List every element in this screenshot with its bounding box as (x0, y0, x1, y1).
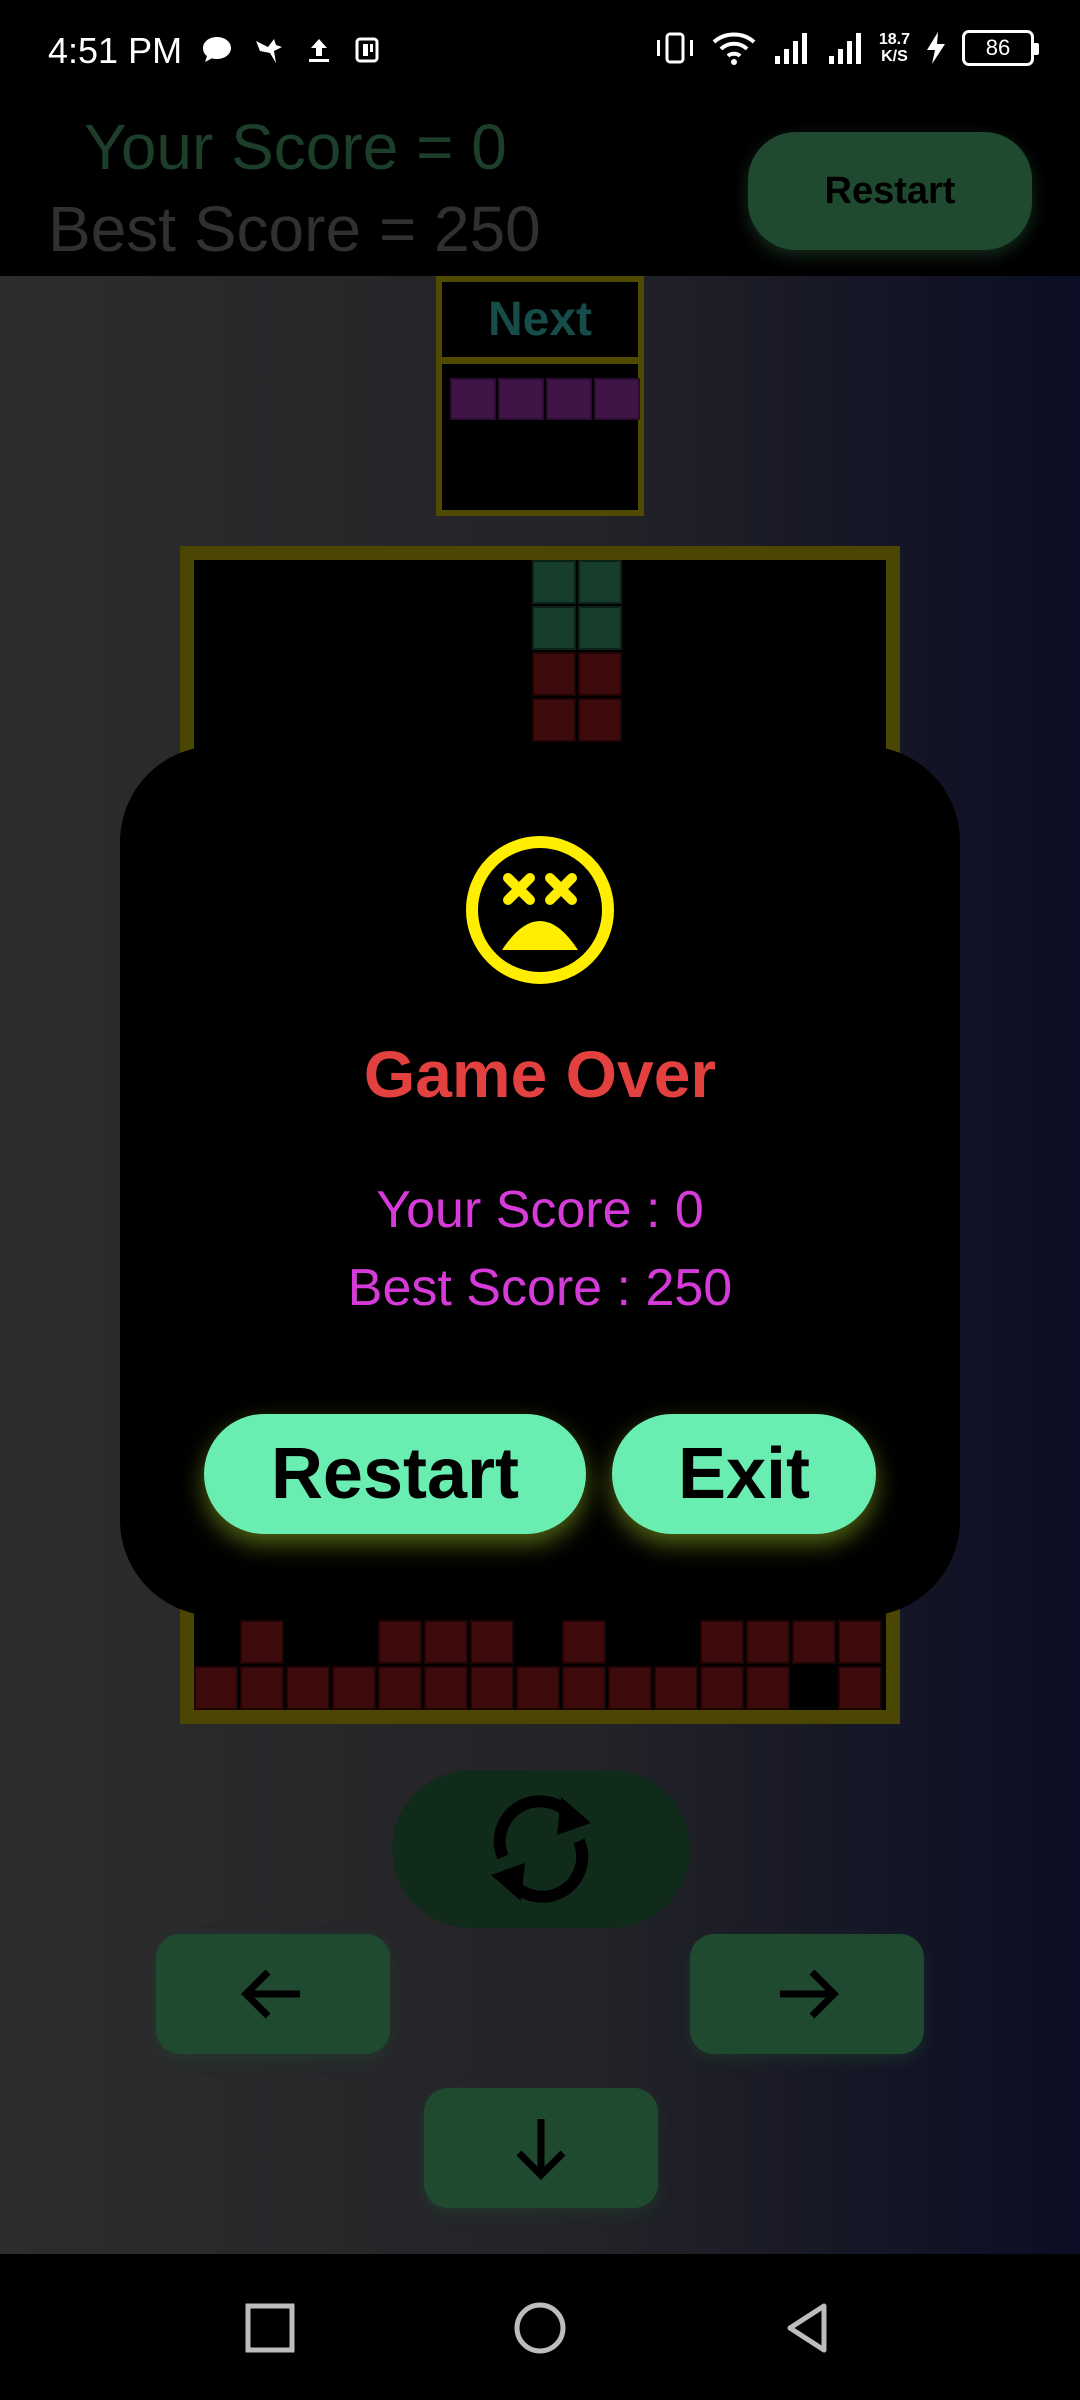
hummingbird-icon (256, 39, 282, 63)
board-cell (378, 1666, 422, 1710)
back-icon[interactable] (780, 2300, 836, 2356)
battery-indicator: 86 (962, 30, 1039, 66)
next-title: Next (442, 282, 638, 364)
exit-button[interactable]: Exit (612, 1414, 876, 1534)
board-cell (332, 1666, 376, 1710)
board-cell (562, 1666, 606, 1710)
board-cell (562, 1620, 606, 1664)
board-cell (532, 652, 576, 696)
board-cell (194, 1666, 238, 1710)
board-cell (700, 1666, 744, 1710)
board-cell (470, 1620, 514, 1664)
board-cell (240, 1620, 284, 1664)
board-cell (424, 1620, 468, 1664)
score-header: Your Score = 0 Best Score = 250 Restart (0, 108, 1080, 276)
recents-icon[interactable] (242, 2300, 298, 2356)
dizzy-face-icon (466, 836, 614, 984)
arrow-left-icon (241, 1969, 300, 2019)
board-cell (578, 698, 622, 742)
next-piece-cell (594, 378, 640, 420)
status-time: 4:51 PM (48, 30, 183, 71)
restart-button[interactable]: Restart (204, 1414, 586, 1534)
wifi-icon (712, 32, 756, 65)
game-over-dialog: Game Over Your Score : 0 Best Score : 25… (120, 746, 960, 1616)
signal-icon (828, 33, 861, 64)
next-piece-panel: Next (436, 276, 644, 516)
board-cell (286, 1666, 330, 1710)
dialog-your-score: Your Score : 0 (376, 1181, 704, 1239)
board-cell (838, 1620, 882, 1664)
next-piece-cell (546, 378, 592, 420)
charging-icon (927, 32, 945, 64)
board-cell (654, 1666, 698, 1710)
next-piece-cell (450, 378, 496, 420)
next-piece-cell (498, 378, 544, 420)
your-score-label: Your Score = 0 (84, 111, 507, 183)
network-speed: 18.7 K/S (878, 31, 910, 65)
arrow-down-icon (516, 2119, 566, 2180)
chat-icon (203, 37, 231, 62)
signal-icon (774, 33, 807, 64)
board-cell (746, 1620, 790, 1664)
upload-icon (309, 39, 329, 62)
board-cell (378, 1620, 422, 1664)
board-cell (424, 1666, 468, 1710)
header-restart-button[interactable]: Restart (748, 132, 1032, 250)
board-cell (792, 1620, 836, 1664)
board-cell (516, 1666, 560, 1710)
board-cell (532, 560, 576, 604)
board-cell (700, 1620, 744, 1664)
board-cell (608, 1666, 652, 1710)
game-over-title: Game Over (363, 1037, 717, 1111)
board-cell (578, 560, 622, 604)
rotate-button[interactable] (392, 1770, 690, 1928)
board-cell (532, 606, 576, 650)
navigation-bar (0, 2254, 1080, 2400)
next-piece (450, 378, 640, 420)
best-score-label: Best Score = 250 (48, 193, 541, 265)
arrow-right-icon (780, 1969, 839, 2019)
board-cell (838, 1666, 882, 1710)
board-cell (532, 698, 576, 742)
nfc-icon (355, 37, 379, 63)
board-cell (240, 1666, 284, 1710)
board-cell (470, 1666, 514, 1710)
board-cell (578, 606, 622, 650)
home-icon[interactable] (512, 2300, 568, 2356)
move-right-button[interactable] (690, 1934, 924, 2054)
move-left-button[interactable] (156, 1934, 390, 2054)
board-cell (578, 652, 622, 696)
vibrate-icon (656, 32, 693, 64)
dialog-best-score: Best Score : 250 (347, 1259, 733, 1317)
move-down-button[interactable] (424, 2088, 658, 2208)
status-bar: 4:51 PM 18.7 K/S 86 (0, 0, 1080, 108)
rotate-icon (491, 1795, 591, 1903)
board-cell (746, 1666, 790, 1710)
